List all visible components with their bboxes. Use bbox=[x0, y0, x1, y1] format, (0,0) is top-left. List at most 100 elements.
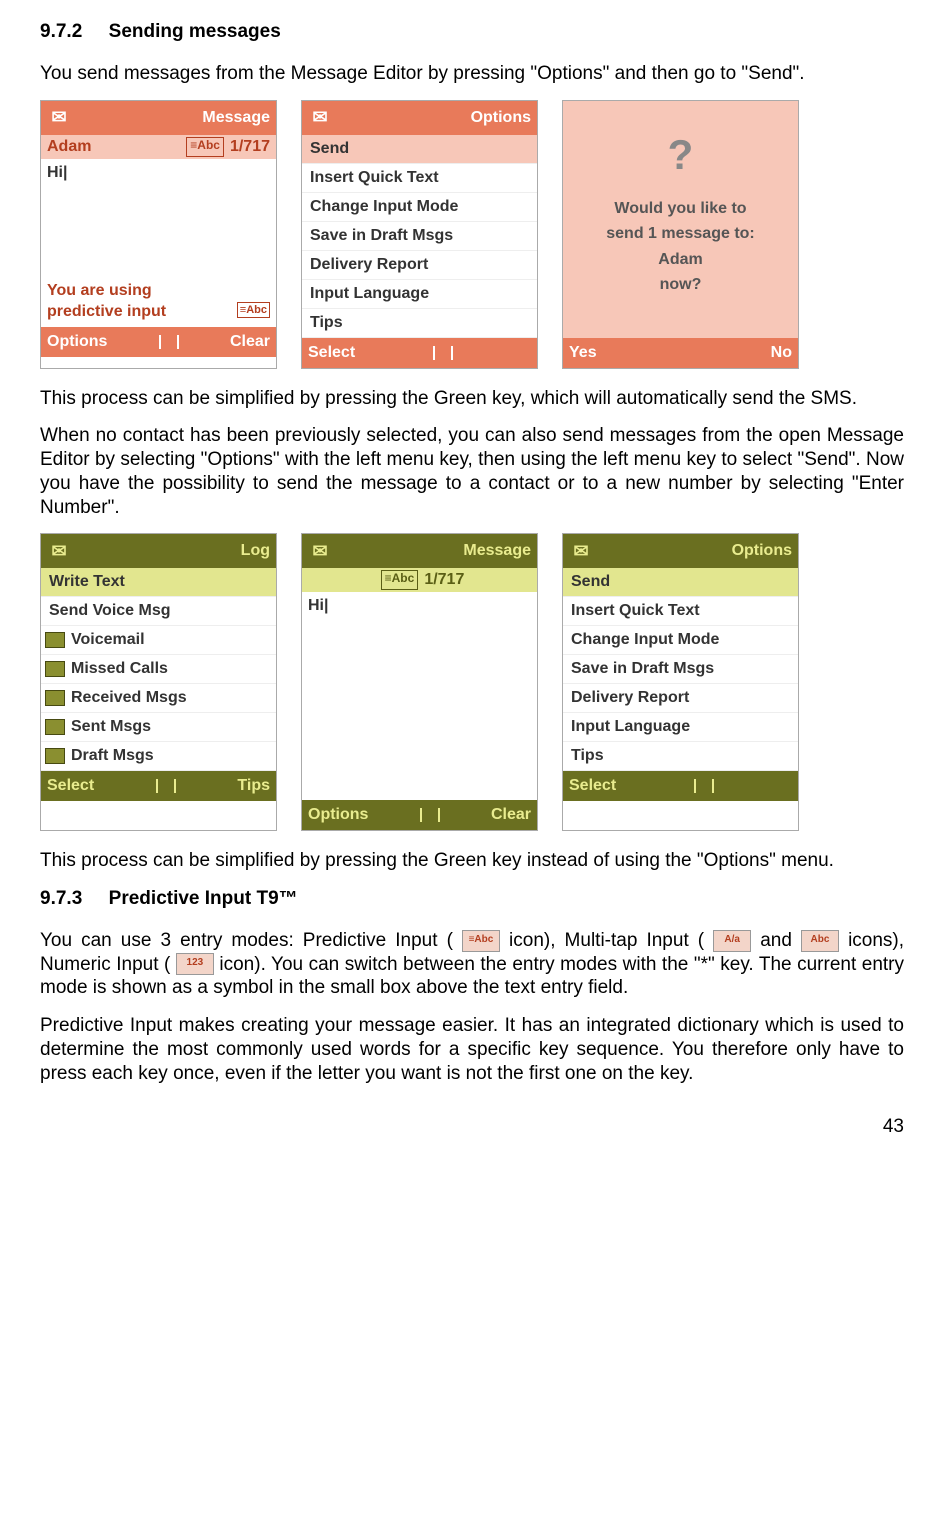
received-icon bbox=[45, 690, 65, 706]
softkey-bar: Select Tips bbox=[41, 771, 276, 801]
draft-icon bbox=[45, 748, 65, 764]
center-key-icon[interactable] bbox=[156, 779, 176, 793]
center-key-icon[interactable] bbox=[694, 779, 714, 793]
section-title: Predictive Input T9™ bbox=[109, 888, 298, 909]
menu-item[interactable]: Delivery Report bbox=[563, 684, 798, 713]
voicemail-icon bbox=[45, 632, 65, 648]
softkey-bar: Options Clear bbox=[41, 327, 276, 357]
menu-item[interactable]: Draft Msgs bbox=[41, 742, 276, 771]
message-text: Hi| bbox=[308, 597, 328, 614]
softkey-left[interactable]: Options bbox=[308, 805, 368, 825]
message-body[interactable]: Hi| You are using predictive input ≡Abc bbox=[41, 159, 276, 327]
message-text: Hi| bbox=[47, 164, 67, 181]
sms-icon: ✉ bbox=[47, 106, 71, 129]
softkey-yes[interactable]: Yes bbox=[569, 343, 597, 363]
paragraph: Predictive Input makes creating your mes… bbox=[40, 1014, 904, 1085]
menu-item[interactable]: Save in Draft Msgs bbox=[563, 655, 798, 684]
screen-title: Log bbox=[71, 541, 270, 561]
menu-item[interactable]: Tips bbox=[302, 309, 537, 338]
menu-item[interactable]: Change Input Mode bbox=[302, 193, 537, 222]
softkey-right[interactable]: Tips bbox=[237, 776, 270, 796]
softkey-bar: Yes No bbox=[563, 338, 798, 368]
softkey-right[interactable]: Clear bbox=[491, 805, 531, 825]
text-part: and bbox=[760, 930, 801, 951]
sms-icon: ✉ bbox=[308, 106, 332, 129]
menu-item[interactable]: Input Language bbox=[302, 280, 537, 309]
center-key-icon[interactable] bbox=[420, 808, 440, 822]
menu-item[interactable]: Send Voice Msg bbox=[41, 597, 276, 626]
confirm-line: send 1 message to: bbox=[573, 221, 788, 247]
multitap-icon-1: A/a bbox=[713, 930, 751, 952]
softkey-left[interactable]: Select bbox=[308, 343, 355, 363]
input-mode-badge: ≡Abc bbox=[186, 137, 224, 157]
envelope-icon: ✉ bbox=[569, 540, 593, 563]
recipient-row: Adam ≡Abc 1/717 bbox=[41, 135, 276, 159]
input-hint: You are using predictive input ≡Abc bbox=[47, 281, 270, 323]
menu-item[interactable]: Save in Draft Msgs bbox=[302, 222, 537, 251]
menu-item[interactable]: Input Language bbox=[563, 713, 798, 742]
titlebar: ✉ Options bbox=[563, 534, 798, 568]
phone-screen-confirm: ? Would you like to send 1 message to: A… bbox=[562, 100, 799, 369]
screenshot-row-2: ✉ Log Write Text Send Voice Msg Voicemai… bbox=[40, 533, 904, 831]
numeric-input-icon: 123 bbox=[176, 953, 214, 975]
text-part: You can use 3 entry modes: Predictive In… bbox=[40, 930, 453, 951]
missed-call-icon bbox=[45, 661, 65, 677]
menu-item-send[interactable]: Send bbox=[563, 568, 798, 597]
menu-item[interactable]: Tips bbox=[563, 742, 798, 771]
text-part: icon), Multi-tap Input ( bbox=[509, 930, 704, 951]
softkey-bar: Select bbox=[563, 771, 798, 801]
char-counter: 1/717 bbox=[424, 570, 464, 590]
menu-item[interactable]: Delivery Report bbox=[302, 251, 537, 280]
paragraph: You send messages from the Message Edito… bbox=[40, 62, 904, 86]
menu-item[interactable]: Sent Msgs bbox=[41, 713, 276, 742]
confirm-dialog: ? Would you like to send 1 message to: A… bbox=[563, 101, 798, 338]
confirm-line: now? bbox=[573, 272, 788, 298]
titlebar: ✉ Log bbox=[41, 534, 276, 568]
softkey-right[interactable]: Clear bbox=[230, 332, 270, 352]
menu-item[interactable]: Change Input Mode bbox=[563, 626, 798, 655]
menu-item[interactable]: Insert Quick Text bbox=[563, 597, 798, 626]
menu-item[interactable]: Missed Calls bbox=[41, 655, 276, 684]
paragraph-with-icons: You can use 3 entry modes: Predictive In… bbox=[40, 929, 904, 1000]
titlebar: ✉ Options bbox=[302, 101, 537, 135]
titlebar: ✉ Message bbox=[302, 534, 537, 568]
screen-title: Message bbox=[332, 541, 531, 561]
center-key-icon[interactable] bbox=[159, 335, 179, 349]
center-key-icon[interactable] bbox=[433, 346, 453, 360]
softkey-left[interactable]: Select bbox=[47, 776, 94, 796]
log-menu: Write Text Send Voice Msg Voicemail Miss… bbox=[41, 568, 276, 771]
phone-screen-options: ✉ Options Send Insert Quick Text Change … bbox=[562, 533, 799, 831]
page-number: 43 bbox=[40, 1115, 904, 1139]
phone-screen-options: ✉ Options Send Insert Quick Text Change … bbox=[301, 100, 538, 369]
message-body[interactable]: Hi| bbox=[302, 592, 537, 800]
input-mode-badge: ≡Abc bbox=[381, 570, 419, 590]
section-num: 9.7.2 bbox=[40, 21, 82, 42]
titlebar: ✉ Message bbox=[41, 101, 276, 135]
confirm-line: Would you like to bbox=[573, 196, 788, 222]
menu-item-write-text[interactable]: Write Text bbox=[41, 568, 276, 597]
softkey-no[interactable]: No bbox=[771, 343, 792, 363]
envelope-icon: ✉ bbox=[308, 540, 332, 563]
screenshot-row-1: ✉ Message Adam ≡Abc 1/717 Hi| You are us… bbox=[40, 100, 904, 369]
menu-item[interactable]: Received Msgs bbox=[41, 684, 276, 713]
hint-line1: You are using bbox=[47, 282, 152, 299]
softkey-left[interactable]: Options bbox=[47, 332, 107, 352]
section-num: 9.7.3 bbox=[40, 888, 82, 909]
text-part: icon). You can switch between the entry … bbox=[40, 954, 904, 999]
phone-screen-message: ✉ Message Adam ≡Abc 1/717 Hi| You are us… bbox=[40, 100, 277, 369]
options-menu: Send Insert Quick Text Change Input Mode… bbox=[563, 568, 798, 771]
section-heading-1: 9.7.2 Sending messages bbox=[40, 20, 904, 44]
multitap-icon-2: Abc bbox=[801, 930, 839, 952]
char-counter: 1/717 bbox=[230, 137, 270, 157]
paragraph: This process can be simplified by pressi… bbox=[40, 387, 904, 411]
paragraph: When no contact has been previously sele… bbox=[40, 424, 904, 519]
recipient-name: Adam bbox=[47, 137, 180, 157]
softkey-left[interactable]: Select bbox=[569, 776, 616, 796]
softkey-bar: Select bbox=[302, 338, 537, 368]
hint-line2: predictive input bbox=[47, 303, 166, 320]
menu-item[interactable]: Voicemail bbox=[41, 626, 276, 655]
menu-item[interactable]: Insert Quick Text bbox=[302, 164, 537, 193]
question-mark-icon: ? bbox=[573, 121, 788, 188]
section-heading-2: 9.7.3 Predictive Input T9™ bbox=[40, 887, 904, 911]
menu-item-send[interactable]: Send bbox=[302, 135, 537, 164]
